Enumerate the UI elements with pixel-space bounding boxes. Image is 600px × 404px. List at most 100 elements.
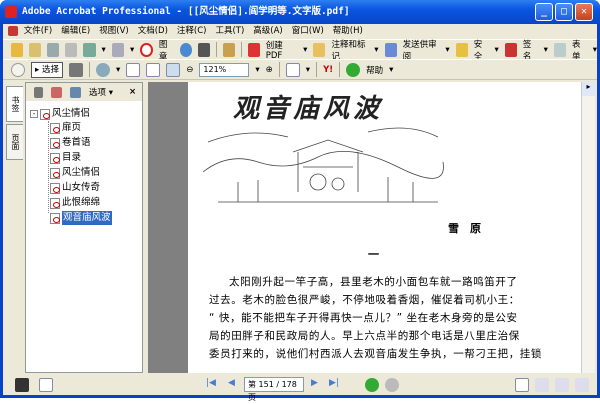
menu-comments[interactable]: 注释(C) [177,26,207,36]
stamp-button[interactable]: 图章 [159,38,174,62]
menu-edit[interactable]: 编辑(E) [61,26,90,36]
attach-icon[interactable] [111,42,124,57]
zoom-in-icon[interactable]: ⊕ [266,65,273,75]
status-bar: |◀ ◀ 第 151 / 178 页 ▶ ▶| [3,375,597,402]
body-line: “ 快，能不能把车子开得再快一点儿？” 坐在老木身旁的是公安 [209,312,518,324]
select-tool-button[interactable]: ▸ 选择 [31,61,63,78]
bookmark-icon [50,137,60,149]
expand-bookmark-icon[interactable] [70,86,81,98]
options-menu[interactable]: 选项 ▾ [89,86,113,98]
lock-icon [455,42,468,57]
page-view-icon[interactable] [39,378,53,392]
yahoo-icon[interactable]: Y! [323,65,333,75]
actual-size-icon[interactable] [126,62,141,77]
comment-button[interactable]: 注释和标记 [331,38,368,62]
facing-icon[interactable] [575,378,589,392]
forms-button[interactable]: 表单 [572,38,587,62]
rotate-view-icon[interactable] [285,62,300,77]
new-bookmark-icon[interactable] [51,86,62,98]
bookmark-item[interactable]: 目录 [50,151,81,165]
help-button[interactable]: 帮助 [366,64,383,76]
menu-window[interactable]: 窗口(W) [292,26,324,36]
vertical-scrollbar[interactable]: ▸ [581,82,595,373]
review-button[interactable]: 发送供审阅 [403,38,440,62]
acrobat-logo-icon [5,6,17,18]
next-page-button[interactable]: ▶ [311,378,318,388]
menu-help[interactable]: 帮助(H) [333,26,363,36]
body-line: 过去。老木的脸色很严峻，不停地吸着香烟，催促着司机小王： [209,294,520,306]
close-panel-button[interactable]: × [129,87,136,97]
fullscreen-icon[interactable] [15,378,29,392]
go-forward-icon[interactable] [385,378,399,392]
zoom-out-icon[interactable]: ⊖ [186,65,193,75]
zoom-field[interactable]: 121% [199,62,250,77]
sign-button[interactable]: 签名 [523,38,538,62]
bookmarks-toolbar: 选项 ▾ × [26,83,142,101]
scroll-up-icon[interactable]: ▸ [582,82,595,96]
bookmark-label: 目录 [62,152,82,163]
snapshot-icon[interactable] [68,62,83,77]
tab-bookmarks[interactable]: 书签 [6,86,23,122]
save-icon[interactable] [47,42,60,57]
menu-view[interactable]: 视图(V) [99,26,128,36]
bookmark-item[interactable]: 山女传奇 [50,181,100,195]
author-name: 雪 原 [448,222,481,235]
web-icon[interactable] [179,42,192,57]
bookmark-icon [50,167,60,179]
picture-tasks-icon[interactable] [222,42,235,57]
menu-advanced[interactable]: 高级(A) [253,26,282,36]
previous-page-button[interactable]: ◀ [228,378,235,388]
bookmark-label: 卷首语 [62,137,91,148]
open-icon[interactable] [11,42,24,57]
acrobat-window: Adobe Acrobat Professional - [[风尘情侣].阎学明… [0,0,600,402]
page-number-field[interactable]: 第 151 / 178 页 [244,377,304,402]
minimize-button[interactable]: _ [535,3,553,21]
continuous-facing-icon[interactable] [555,378,569,392]
bookmarks-panel: 选项 ▾ × - 风尘情侣 扉页 卷首语 目录 风尘情侣 山女传奇 此恨绵绵 观音… [25,82,143,373]
first-page-button[interactable]: |◀ [206,378,216,388]
pdf-page: 观音庙风波 雪 原 一 太阳刚升起一竿子高，县里老木的小面包车就一路鸣笛开了 过… [188,82,581,373]
email-icon[interactable] [83,42,96,57]
bookmark-item-selected[interactable]: 观音庙风波 [50,211,112,225]
zoom-in-tool-icon[interactable] [95,62,110,77]
continuous-icon[interactable] [535,378,549,392]
toolbar-view: ▸ 选择 ▾ ⊖ 121% ▾ ⊕ ▾ Y! 帮助 ▾ [3,59,597,80]
hand-tool-icon[interactable] [11,62,25,77]
bookmark-item[interactable]: 卷首语 [50,136,91,150]
menu-file[interactable]: 文件(F) [24,26,53,36]
bookmark-label: 扉页 [62,122,82,133]
go-back-icon[interactable] [365,378,379,392]
last-page-button[interactable]: ▶| [329,378,339,388]
maximize-button[interactable]: □ [555,3,573,21]
close-button[interactable]: ✕ [575,3,593,21]
organizer-icon[interactable] [29,42,42,57]
village-illustration [202,127,444,203]
document-icon [8,25,18,36]
create-pdf-button[interactable]: 创建 PDF [266,39,297,61]
calligraphy-heading: 观音庙风波 [233,94,384,124]
menu-document[interactable]: 文档(D) [138,26,168,36]
select-label: 选择 [41,64,59,75]
fit-width-icon[interactable] [166,62,181,77]
bookmark-item[interactable]: 此恨绵绵 [50,196,100,210]
bookmark-label: 山女传奇 [62,182,101,193]
collapse-icon[interactable]: - [30,110,38,118]
print-icon[interactable] [65,42,78,57]
menu-tools[interactable]: 工具(T) [215,26,244,36]
bookmark-label: 观音庙风波 [62,211,112,225]
window-title: Adobe Acrobat Professional - [[风尘情侣].阎学明… [22,6,350,17]
single-page-icon[interactable] [515,378,529,392]
bookmark-item[interactable]: 风尘情侣 [50,166,100,180]
security-button[interactable]: 安全 [474,38,489,62]
find-icon[interactable] [197,42,210,57]
tab-pages[interactable]: 页面 [6,124,23,160]
body-line: 太阳刚升起一竿子高，县里老木的小面包车就一路鸣笛开了 [229,276,518,288]
bookmark-root[interactable]: - 风尘情侣 [30,107,90,121]
bookmark-item[interactable]: 扉页 [50,121,81,135]
delete-bookmark-icon[interactable] [34,86,43,98]
bookmark-icon [40,108,50,120]
fit-page-icon[interactable] [146,62,161,77]
stamp-icon [140,42,153,57]
bookmark-icon [50,182,60,194]
bookmark-icon [50,152,60,164]
